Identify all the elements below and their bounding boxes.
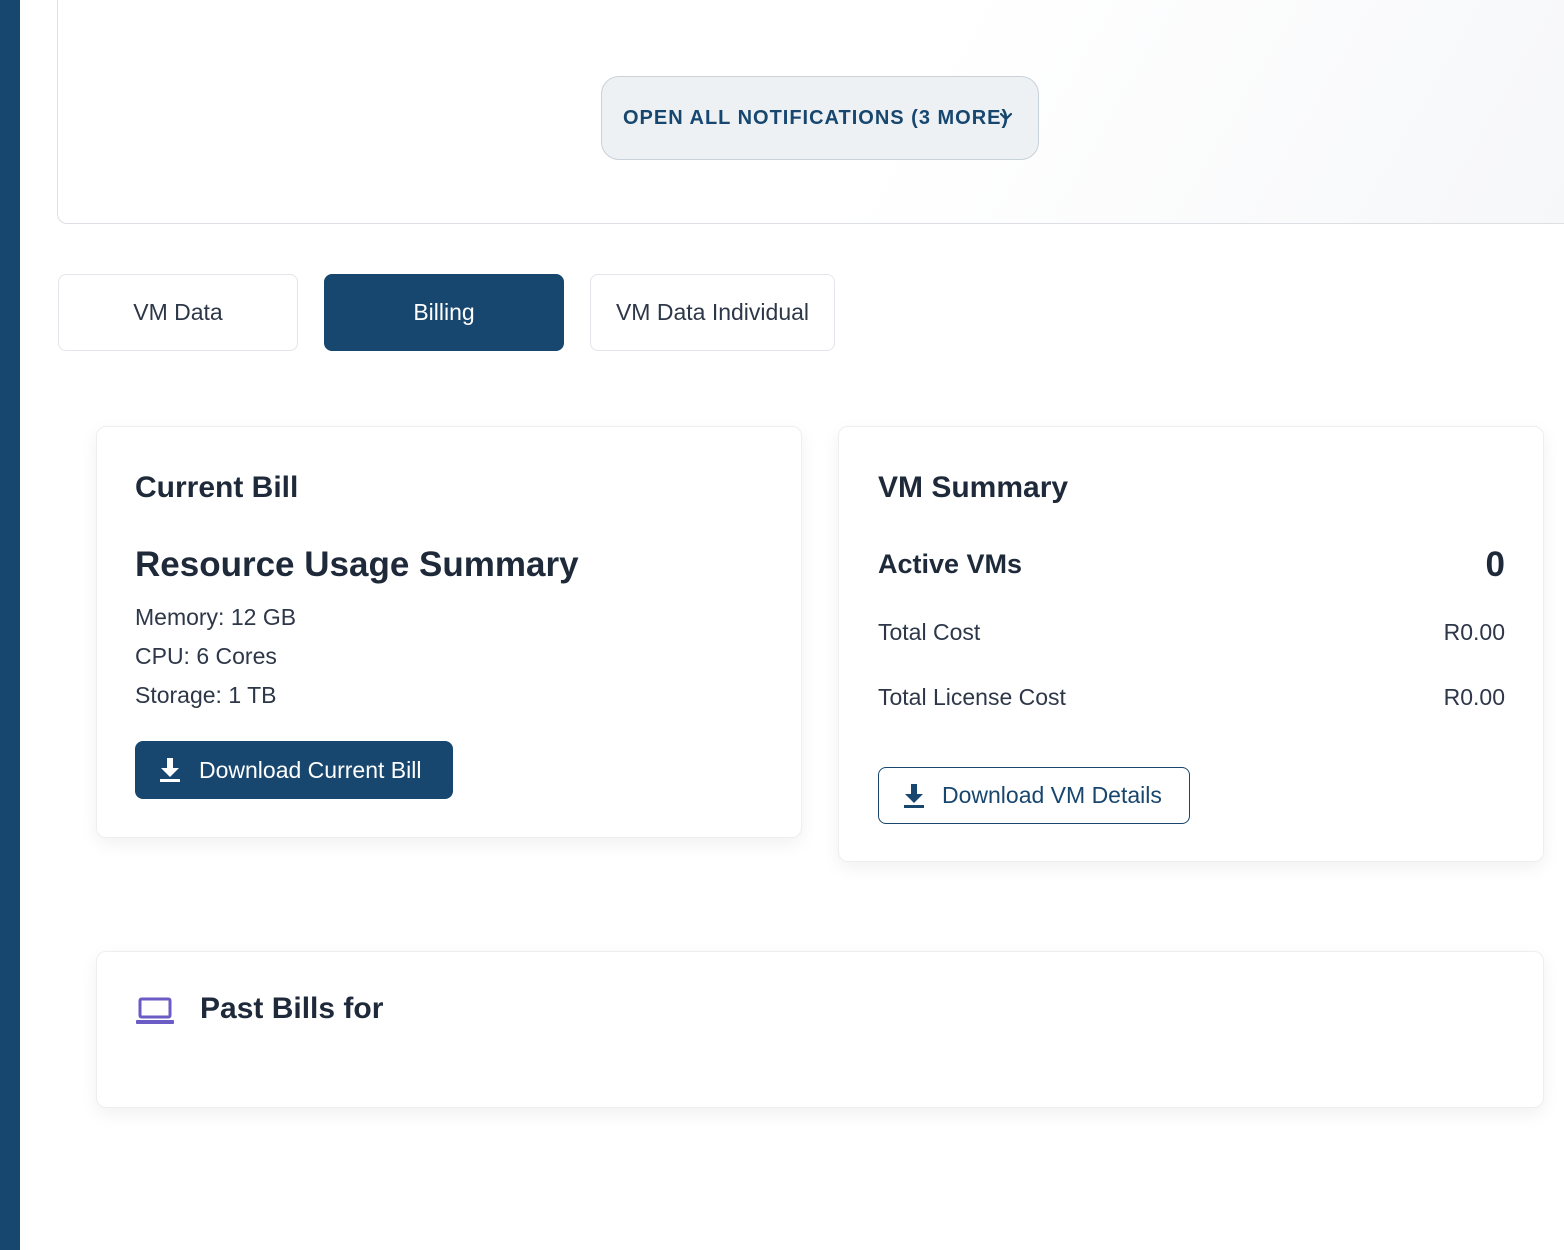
total-cost-value: R0.00: [1443, 619, 1505, 645]
laptop-icon: [136, 997, 174, 1024]
cpu-usage: CPU: 6 Cores: [135, 643, 277, 669]
open-all-notifications-button[interactable]: OPEN ALL NOTIFICATIONS (3 MORE): [601, 76, 1039, 160]
tab-label: VM Data: [133, 299, 223, 325]
tab-label: VM Data Individual: [615, 299, 810, 325]
tab-label: Billing: [413, 299, 475, 325]
download-current-bill-label: Download Current Bill: [199, 756, 422, 783]
tab-vm-data-individual[interactable]: VM Data Individual: [590, 274, 835, 351]
download-icon: [904, 784, 924, 808]
current-bill-title: Current Bill: [135, 471, 299, 504]
chevron-down-icon: [999, 112, 1013, 121]
vm-summary-card: VM Summary Active VMs 0 Total Cost R0.00…: [838, 426, 1544, 862]
total-license-cost-label: Total License Cost: [878, 684, 1066, 710]
open-all-notifications-label: OPEN ALL NOTIFICATIONS (3 MORE): [623, 106, 1010, 129]
tab-vm-data[interactable]: VM Data: [58, 274, 298, 351]
past-bills-title: Past Bills for: [200, 992, 384, 1025]
download-icon: [160, 758, 180, 782]
total-cost-label: Total Cost: [878, 619, 981, 645]
vm-summary-title: VM Summary: [878, 471, 1069, 504]
download-vm-details-button[interactable]: Download VM Details: [878, 767, 1190, 824]
download-current-bill-button[interactable]: Download Current Bill: [135, 741, 453, 799]
memory-usage: Memory: 12 GB: [135, 604, 297, 630]
current-bill-card: Current Bill Resource Usage Summary Memo…: [96, 426, 802, 838]
active-vms-value: 0: [1485, 545, 1505, 584]
total-license-cost-value: R0.00: [1443, 684, 1505, 710]
storage-usage: Storage: 1 TB: [135, 682, 277, 708]
tab-billing[interactable]: Billing: [324, 274, 564, 351]
resource-usage-summary-title: Resource Usage Summary: [135, 545, 579, 584]
side-rail: [0, 0, 20, 1250]
past-bills-card: Past Bills for: [96, 951, 1544, 1108]
active-vms-label: Active VMs: [878, 549, 1023, 579]
download-vm-details-label: Download VM Details: [942, 782, 1162, 808]
